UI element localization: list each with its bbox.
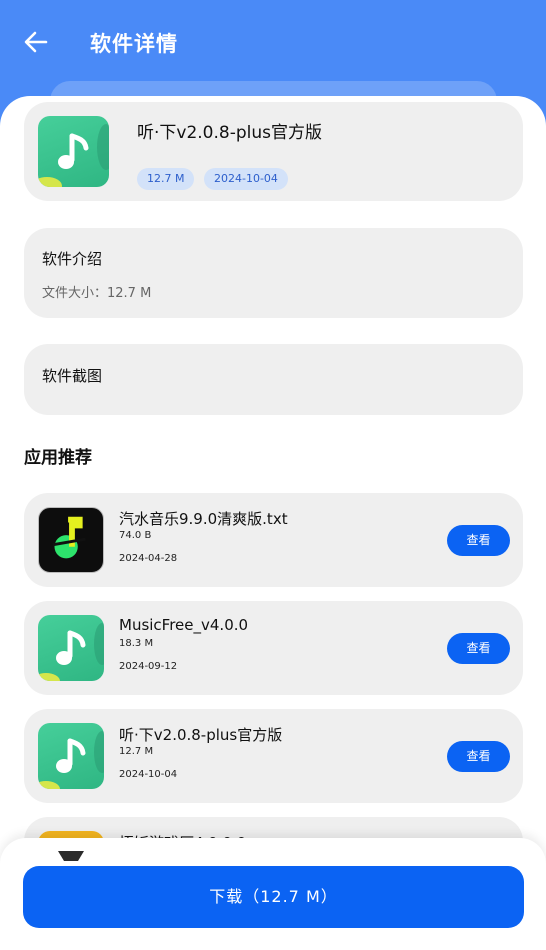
music-note-icon — [56, 738, 86, 773]
app-name: MusicFree_v4.0.0 — [119, 616, 249, 634]
recommend-title: 应用推荐 — [24, 448, 92, 468]
list-item[interactable]: MusicFree_v4.0.0 18.3 M 2024-09-12 查看 — [24, 601, 523, 695]
view-button[interactable]: 查看 — [447, 741, 510, 772]
back-button[interactable] — [18, 26, 54, 58]
list-item[interactable]: 听·下v2.0.8-plus官方版 12.7 M 2024-10-04 查看 — [24, 709, 523, 803]
music-note-icon — [56, 630, 86, 665]
app-size: 74.0 B — [119, 530, 152, 541]
app-icon — [38, 831, 104, 897]
screenshots-title: 软件截图 — [42, 367, 103, 385]
list-item[interactable]: 汽水音乐9.9.0清爽版.txt 74.0 B 2024-04-28 查看 — [24, 493, 523, 587]
app-icon — [38, 615, 104, 681]
app-name: 听·下v2.0.8-plus官方版 — [119, 726, 283, 744]
arrow-left-icon — [24, 31, 48, 53]
intro-card: 软件介绍 文件大小：12.7 M — [24, 228, 523, 318]
app-info-card: 听·下v2.0.8-plus官方版 12.7 M 2024-10-04 — [24, 102, 523, 201]
app-icon — [38, 507, 104, 573]
game-hall-icon — [58, 851, 84, 861]
size-badge: 12.7 M — [137, 168, 195, 190]
app-name: 听·下v2.0.8-plus官方版 — [137, 123, 322, 143]
app-name: 汽水音乐9.9.0清爽版.txt — [119, 510, 288, 528]
music-note-icon — [58, 133, 89, 169]
view-button[interactable]: 查看 — [447, 525, 510, 556]
app-date: 2024-10-04 — [119, 769, 178, 780]
page-title: 软件详情 — [90, 32, 178, 56]
app-size: 18.3 M — [119, 638, 154, 649]
app-date: 2024-09-12 — [119, 661, 178, 672]
view-button[interactable]: 查看 — [447, 633, 510, 664]
app-icon — [38, 116, 109, 187]
soda-music-icon — [52, 516, 86, 559]
intro-title: 软件介绍 — [42, 250, 103, 268]
screenshots-card: 软件截图 — [24, 344, 523, 415]
date-badge: 2024-10-04 — [204, 168, 288, 190]
app-date: 2024-04-28 — [119, 553, 178, 564]
file-size-text: 文件大小：12.7 M — [42, 286, 152, 301]
app-size: 12.7 M — [119, 746, 154, 757]
app-icon — [38, 723, 104, 789]
